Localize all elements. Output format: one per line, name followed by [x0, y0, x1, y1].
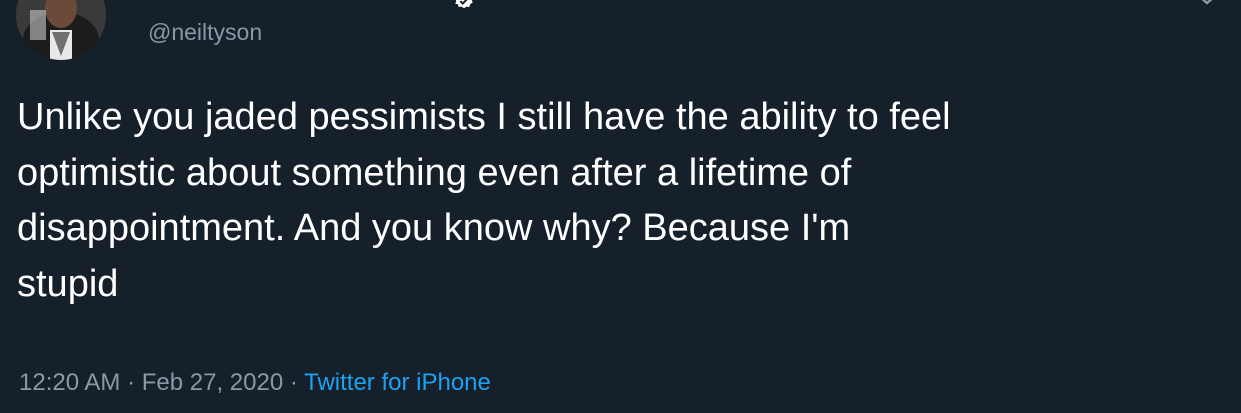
more-options-icon[interactable]	[1195, 0, 1219, 10]
tweet-text-line: disappointment. And you know why? Becaus…	[17, 207, 851, 249]
separator-dot: ·	[127, 369, 136, 396]
separator-dot: ·	[289, 369, 298, 396]
chevron-down-icon	[1201, 0, 1213, 5]
display-name[interactable]	[145, 0, 475, 12]
tweet-date[interactable]: Feb 27, 2020	[142, 369, 283, 396]
verified-badge-icon	[455, 0, 473, 9]
tweet-text-line: optimistic about something even after a …	[17, 151, 852, 194]
tweet-card: @neiltyson Unlike you jaded pessimists I…	[0, 0, 1241, 413]
tweet-text-line: Unlike you jaded pessimists I still have…	[17, 96, 951, 138]
user-handle[interactable]: @neiltyson	[148, 17, 262, 47]
tweet-time[interactable]: 12:20 AM	[19, 369, 120, 396]
tweet-text: Unlike you jaded pessimists I still have…	[17, 90, 1217, 312]
tweet-metadata: 12:20 AM · Feb 27, 2020 · Twitter for iP…	[19, 366, 491, 400]
avatar-image	[16, 0, 106, 60]
tweet-source-link[interactable]: Twitter for iPhone	[304, 369, 491, 396]
avatar[interactable]	[16, 0, 106, 60]
tweet-text-line: stupid	[17, 262, 119, 305]
